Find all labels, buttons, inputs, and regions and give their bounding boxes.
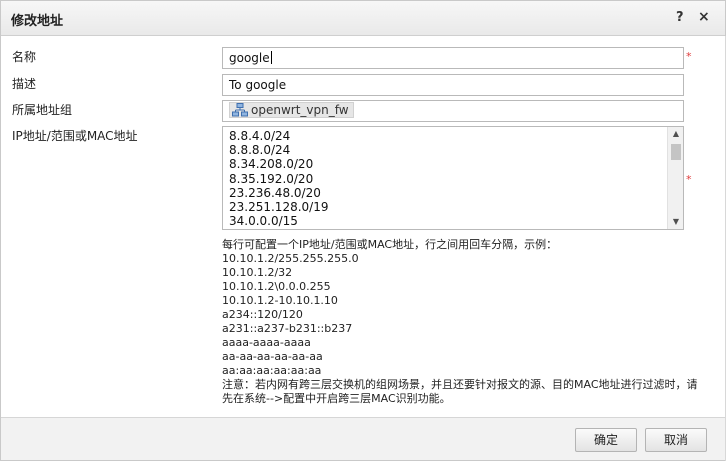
address-line: 23.236.48.0/20 [229,185,321,200]
help-line: a234::120/120 [222,308,303,321]
address-line: 8.8.4.0/24 [229,129,291,143]
help-line: 10.10.1.2\0.0.0.255 [222,280,331,293]
address-group-field[interactable]: openwrt_vpn_fw [222,100,684,122]
addresses-required-mark: * [686,173,692,186]
text-caret [270,51,272,64]
name-input-value: google [229,51,270,65]
addresses-label: IP地址/范围或MAC地址 [12,129,138,143]
dialog-footer: 确定 取消 [1,417,725,460]
help-line: 每行可配置一个IP地址/范围或MAC地址，行之间用回车分隔，示例： [222,238,558,251]
address-line: 8.8.8.0/24 [229,143,291,158]
address-line: 8.34.208.0/20 [229,157,314,172]
help-icon[interactable]: ? [676,10,684,25]
address-line: 8.35.192.0/20 [229,171,314,186]
address-line: 34.0.0.0/15 [229,214,298,229]
help-line: aaaa-aaaa-aaaa [222,336,311,349]
address-group-chip-label: openwrt_vpn_fw [251,103,349,117]
help-line: 10.10.1.2/32 [222,266,293,279]
description-input[interactable]: To google [222,74,684,96]
help-line: aa-aa-aa-aa-aa-aa [222,350,323,363]
description-label: 描述 [12,77,37,91]
name-required-mark: * [686,50,692,63]
address-group-label: 所属地址组 [12,103,73,117]
addresses-scrollbar[interactable]: ▲ ▼ [667,127,683,229]
scroll-thumb[interactable] [671,144,681,160]
addresses-list: 8.8.4.0/24 8.8.8.0/24 8.34.208.0/20 8.35… [229,129,669,228]
cancel-button[interactable]: 取消 [645,428,707,452]
network-group-icon [232,103,248,117]
address-format-help: 每行可配置一个IP地址/范围或MAC地址，行之间用回车分隔，示例： 10.10.… [222,238,702,406]
help-line: 10.10.1.2/255.255.255.0 [222,252,359,265]
ok-button[interactable]: 确定 [575,428,637,452]
addresses-textarea[interactable]: 8.8.4.0/24 8.8.8.0/24 8.34.208.0/20 8.35… [222,126,684,230]
name-input[interactable]: google [222,47,684,69]
description-input-value: To google [229,78,287,92]
address-group-chip[interactable]: openwrt_vpn_fw [229,102,354,118]
dialog-titlebar: 修改地址 ? × [1,1,725,36]
edit-address-dialog: 修改地址 ? × 名称 google * 描述 To google 所属地址组 … [0,0,726,461]
scroll-down-arrow-icon[interactable]: ▼ [668,215,683,229]
dialog-title: 修改地址 [11,14,64,29]
help-line: aa:aa:aa:aa:aa:aa [222,364,322,377]
help-line: a231::a237-b231::b237 [222,322,353,335]
help-line: 10.10.1.2-10.10.1.10 [222,294,338,307]
address-line: 23.251.128.0/19 [229,199,329,214]
scroll-up-arrow-icon[interactable]: ▲ [668,127,683,141]
close-icon[interactable]: × [698,9,710,25]
name-label: 名称 [12,50,37,64]
help-note: 注意：若内网有跨三层交换机的组网场景，并且还要针对报文的源、目的MAC地址进行过… [222,378,698,405]
